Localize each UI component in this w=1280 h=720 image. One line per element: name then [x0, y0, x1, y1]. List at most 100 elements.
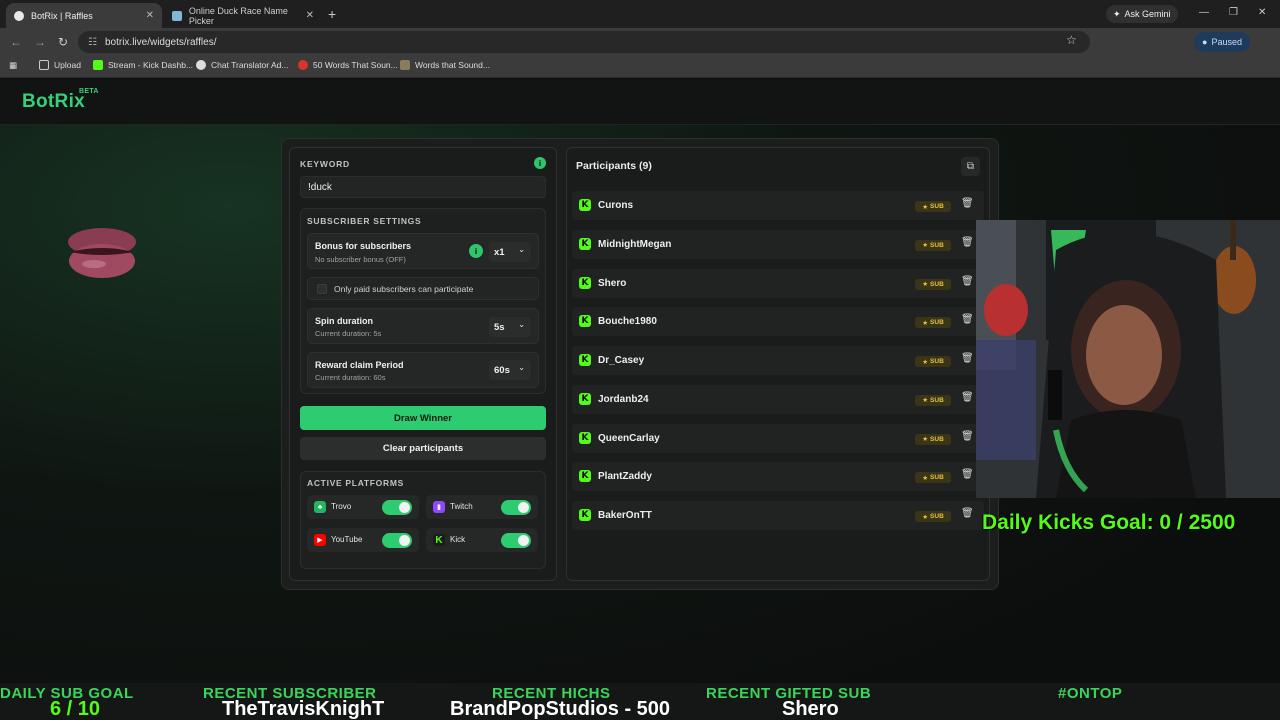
- participant-name: PlantZaddy: [598, 471, 652, 483]
- participant-name: Dr_Casey: [598, 355, 645, 366]
- chevron-down-icon: ⌄: [518, 363, 525, 372]
- youtube-toggle[interactable]: [382, 533, 412, 548]
- keyword-input[interactable]: [300, 176, 546, 198]
- spin-title: Spin duration: [315, 316, 373, 326]
- window-close-icon[interactable]: ✕: [1258, 7, 1266, 18]
- star-icon: ★: [922, 397, 929, 405]
- trash-icon[interactable]: 🗑: [961, 353, 975, 367]
- spin-value: 5s: [494, 321, 505, 333]
- trash-icon[interactable]: 🗑: [961, 198, 975, 212]
- sub-badge: ★ SUB: [915, 278, 951, 290]
- tab-duck-race[interactable]: Online Duck Race Name Picker ✕: [164, 3, 322, 28]
- profile-status: Paused: [1211, 37, 1242, 47]
- ticker-value-recent-subscriber: TheTravisKnighT: [222, 698, 385, 720]
- star-icon: ★: [922, 319, 929, 327]
- bonus-multiplier-select[interactable]: x1 ⌄: [489, 242, 531, 262]
- participant-name: Bouche1980: [598, 316, 657, 328]
- address-bar[interactable]: ☷ botrix.live/widgets/raffles/: [78, 31, 1090, 53]
- ticker-value-recent-gifted-sub: Shero: [782, 698, 839, 720]
- kick-icon: K: [579, 470, 591, 483]
- sub-badge-label: SUB: [930, 319, 944, 327]
- toggle-knob: [399, 535, 410, 546]
- twitch-toggle[interactable]: [501, 500, 531, 515]
- ask-gemini-button[interactable]: ✦ Ask Gemini: [1106, 5, 1178, 23]
- forward-icon[interactable]: →: [34, 35, 46, 49]
- copy-icon[interactable]: ⧉: [961, 157, 980, 176]
- kick-icon: K: [579, 237, 591, 250]
- participant-name: Curons: [598, 200, 633, 211]
- sub-badge: ★ SUB: [915, 394, 951, 406]
- close-icon[interactable]: ✕: [306, 10, 314, 21]
- trovo-toggle[interactable]: [382, 500, 412, 515]
- participant-row: K Dr_Casey ★ SUB 🗑: [572, 346, 984, 375]
- trash-icon[interactable]: 🗑: [961, 431, 975, 445]
- close-icon[interactable]: ✕: [146, 10, 154, 21]
- star-icon: ★: [922, 474, 929, 482]
- star-icon: ★: [922, 513, 929, 521]
- participant-row: K Shero ★ SUB 🗑: [572, 268, 984, 298]
- restore-icon[interactable]: ❐: [1229, 7, 1238, 18]
- new-tab-icon[interactable]: +: [328, 6, 336, 22]
- kick-icon: K: [579, 199, 591, 211]
- participant-name: BakerOnTT: [598, 510, 652, 521]
- bookmark-kick-dashboard[interactable]: Stream - Kick Dashb...: [93, 60, 193, 70]
- clear-participants-button[interactable]: Clear participants: [300, 437, 546, 460]
- spin-duration-select[interactable]: 5s ⌄: [489, 317, 531, 337]
- info-icon[interactable]: i: [534, 157, 546, 169]
- spin-subtitle: Current duration: 5s: [315, 329, 382, 338]
- ticker-value-recent-hichs: BrandPopStudios - 500: [450, 698, 671, 720]
- sub-badge-label: SUB: [930, 203, 944, 210]
- minimize-icon[interactable]: —: [1199, 7, 1209, 18]
- bookmark-words-sound[interactable]: Words that Sound...: [400, 60, 490, 70]
- bookmarks-bar: ▦ Upload Stream - Kick Dashb... Chat Tra…: [0, 56, 1280, 78]
- bookmark-50-words[interactable]: 50 Words That Soun...: [298, 60, 398, 70]
- platform-label: Twitch: [450, 502, 473, 511]
- only-paid-checkbox[interactable]: [317, 284, 327, 294]
- trash-icon[interactable]: 🗑: [961, 237, 975, 251]
- draw-winner-button[interactable]: Draw Winner: [300, 406, 546, 430]
- kick-icon: K: [579, 392, 591, 405]
- words-icon: [400, 60, 410, 70]
- bookmark-label: Upload: [54, 60, 81, 70]
- kick-icon: K: [579, 276, 591, 289]
- tab-botrix-raffles[interactable]: BotRix | Raffles ✕: [6, 3, 162, 28]
- kick-icon: K: [579, 354, 591, 366]
- profile-paused-button[interactable]: ● Paused: [1194, 32, 1250, 52]
- trash-icon[interactable]: 🗑: [961, 469, 975, 483]
- star-icon: ★: [922, 436, 929, 443]
- trash-icon[interactable]: 🗑: [961, 314, 975, 328]
- botrix-favicon-icon: [14, 10, 24, 21]
- bookmark-star-icon[interactable]: ☆: [1066, 33, 1077, 47]
- trash-icon[interactable]: 🗑: [961, 508, 975, 522]
- back-icon[interactable]: ←: [10, 35, 22, 49]
- participant-row: K Curons ★ SUB 🗑: [572, 191, 984, 220]
- bonus-subtitle: No subscriber bonus (OFF): [315, 255, 406, 264]
- participant-name: Jordanb24: [598, 393, 649, 405]
- webcam-feed-image: [976, 220, 1280, 498]
- bookmark-upload[interactable]: Upload: [39, 60, 81, 70]
- trash-icon[interactable]: 🗑: [961, 276, 975, 290]
- botrix-logo[interactable]: BotRix BETA: [22, 88, 98, 113]
- sub-badge: ★ SUB: [915, 511, 951, 522]
- participant-row: K BakerOnTT ★ SUB 🗑: [572, 501, 984, 530]
- sub-badge: ★ SUB: [915, 317, 951, 329]
- reward-period-select[interactable]: 60s ⌄: [489, 360, 531, 380]
- kick-toggle[interactable]: [501, 533, 531, 548]
- ticker-label-ontop: #ONTOP: [1058, 685, 1123, 702]
- kick-icon: K: [579, 509, 591, 521]
- trovo-icon: ♣: [314, 501, 326, 513]
- beta-badge: BETA: [79, 88, 99, 95]
- apps-icon[interactable]: ▦: [9, 60, 17, 71]
- platform-twitch: ▮ Twitch: [426, 495, 538, 519]
- info-icon[interactable]: i: [469, 244, 483, 258]
- site-info-icon[interactable]: ☷: [88, 37, 97, 48]
- tab-label: BotRix | Raffles: [31, 10, 93, 21]
- logo-text: BotRix: [22, 91, 86, 112]
- reload-icon[interactable]: ↻: [58, 35, 68, 49]
- only-paid-setting[interactable]: Only paid subscribers can participate: [307, 277, 539, 300]
- platform-trovo: ♣ Trovo: [307, 495, 419, 519]
- trash-icon[interactable]: 🗑: [961, 392, 975, 406]
- platform-youtube: ▶ YouTube: [307, 528, 419, 552]
- bookmark-chat-translator[interactable]: Chat Translator Ad...: [196, 60, 288, 70]
- daily-kicks-goal: Daily Kicks Goal: 0 / 2500: [982, 511, 1236, 534]
